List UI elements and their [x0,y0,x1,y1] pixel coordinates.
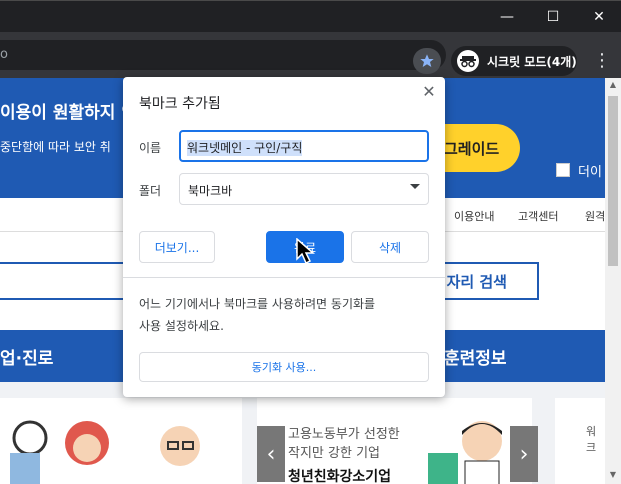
section-career-label: 업·진로 [0,348,54,369]
name-label: 이름 [139,141,162,155]
illustration-card [0,398,242,484]
maximize-button[interactable]: ☐ [530,1,576,33]
side-card-label: 워크 [586,425,597,454]
card-line-3: 청년친화강소기업 [288,469,392,484]
bookmark-star-button[interactable] [413,48,441,74]
dont-show-label: 더이 [578,165,602,180]
minimize-button[interactable]: — [484,1,530,33]
nav-item-guide[interactable]: 이용안내 [454,208,494,224]
maximize-icon: ☐ [546,9,560,25]
banner-headline: 이용이 원활하지 인 [0,103,137,123]
carousel-prev-button[interactable]: ‹ [257,426,285,482]
sync-text-line1: 어느 기기에서나 북마크를 사용하려면 동기화를 [139,297,376,311]
turn-on-sync-button[interactable]: 동기화 사용... [139,352,429,382]
dont-show-checkbox[interactable] [556,163,570,177]
bookmark-dialog: 북마크 추가됨 ✕ 이름 워크넷메인 - 구인/구직 폴더 북마크바 더보기..… [123,77,445,397]
scroll-down-icon[interactable]: ▼ [608,470,618,482]
mouse-cursor-icon [296,238,315,264]
incognito-icon [457,50,479,72]
incognito-label: 시크릿 모드(4개) [487,54,577,69]
people-illustration [10,420,200,484]
banner-subtext: 중단함에 따라 보안 취 [0,140,111,154]
remove-button[interactable]: 삭제 [351,231,429,263]
nav-item-support[interactable]: 고객센터 [518,208,558,224]
scroll-up-icon[interactable]: ▲ [608,80,618,92]
bookmark-name-value: 워크넷메인 - 구인/구직 [187,140,303,156]
folder-label: 폴더 [139,184,162,198]
section-training-label: 훈련정보 [444,348,507,369]
more-button[interactable]: 더보기... [139,231,215,263]
dialog-title: 북마크 추가됨 [139,96,221,112]
address-bar[interactable]: o [0,40,446,70]
close-icon: ✕ [422,81,436,101]
close-icon: ✕ [593,9,605,25]
menu-button[interactable]: ⋮ [593,50,611,72]
scroll-thumb[interactable] [608,96,618,266]
bookmark-name-input[interactable]: 워크넷메인 - 구인/구직 [179,130,429,162]
star-icon [420,54,434,67]
card-line-2: 작지만 강한 기업 [288,446,380,461]
kebab-icon: ⋮ [593,50,611,71]
chevron-right-icon: › [519,441,529,467]
sync-text-line2: 사용 설정하세요. [139,319,224,333]
card-line-1: 고용노동부가 선정한 [288,427,400,442]
caret-down-icon [410,184,420,189]
dialog-close-button[interactable]: ✕ [419,81,439,101]
chevron-left-icon: ‹ [266,441,276,467]
nav-item-remote[interactable]: 원격 [585,208,605,224]
minimize-icon: — [500,9,514,25]
address-text: o [0,47,8,62]
title-bar: — ☐ ✕ [0,0,621,32]
dialog-divider [123,277,445,278]
folder-select[interactable]: 북마크바 [179,173,429,205]
incognito-indicator[interactable]: 시크릿 모드(4개) [451,46,577,76]
carousel-next-button[interactable]: › [510,426,538,482]
folder-value: 북마크바 [188,184,233,198]
close-window-button[interactable]: ✕ [576,1,621,33]
upgrade-button[interactable]: 그레이드 [440,124,520,172]
